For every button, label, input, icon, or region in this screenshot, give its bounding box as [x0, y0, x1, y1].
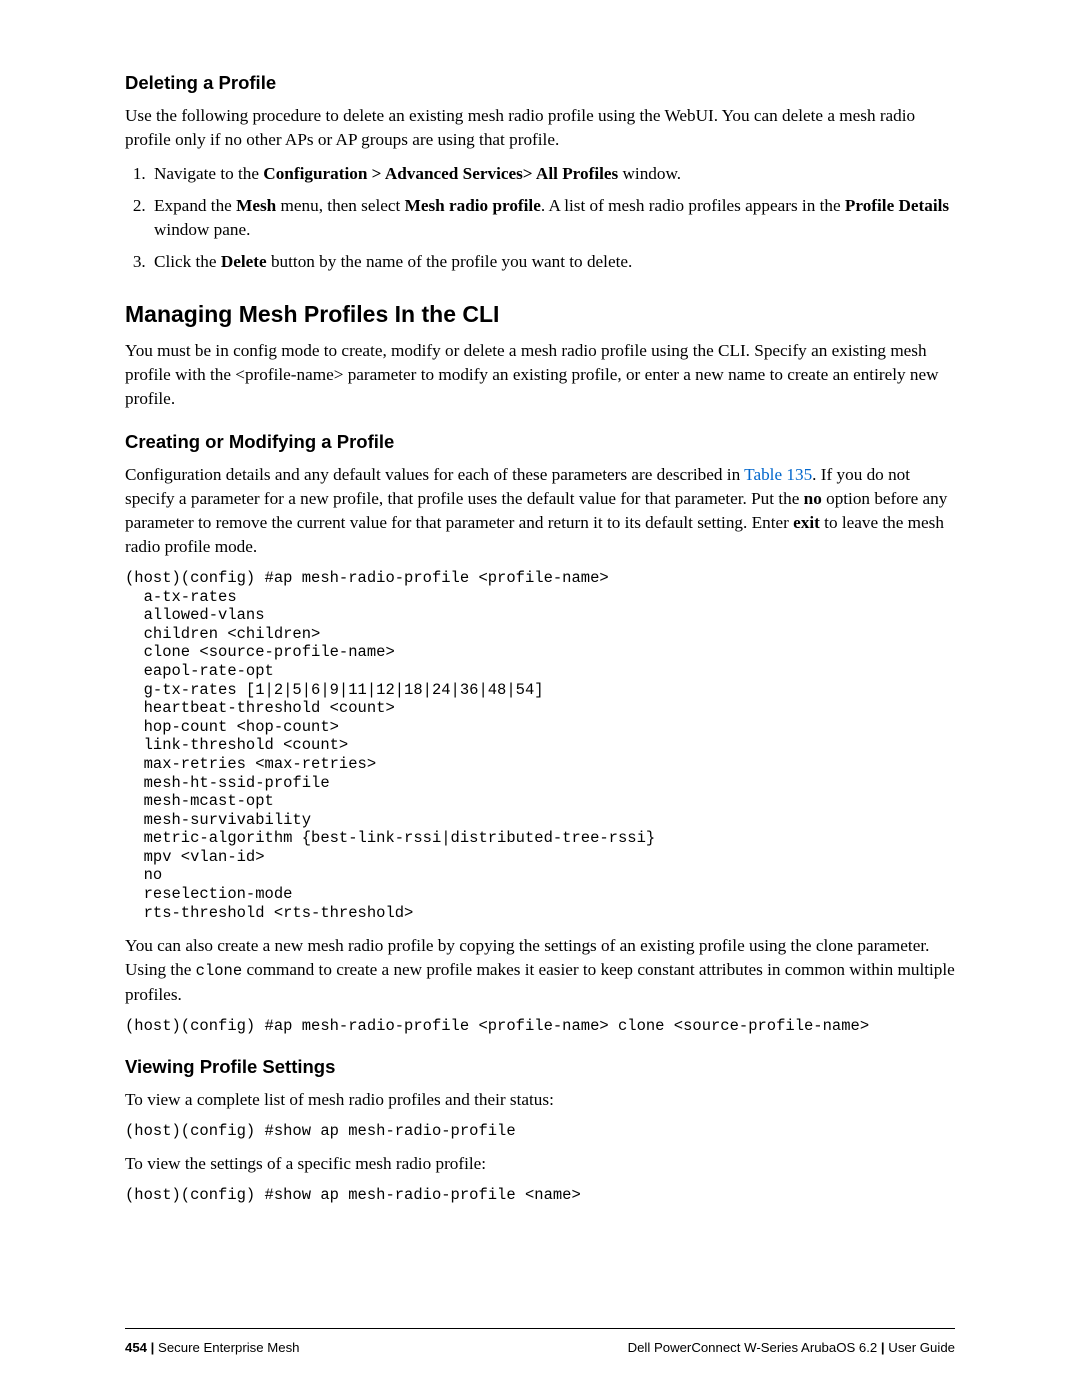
page-number: 454 [125, 1340, 147, 1355]
inline-code: clone [196, 962, 243, 980]
footer-sep: | [147, 1340, 158, 1355]
text: window. [618, 164, 681, 183]
para: To view a complete list of mesh radio pr… [125, 1088, 955, 1112]
text: Expand the [154, 196, 236, 215]
text: window pane. [154, 220, 250, 239]
footer-guide: User Guide [888, 1340, 955, 1355]
para: To view the settings of a specific mesh … [125, 1152, 955, 1176]
text: menu, then select [276, 196, 404, 215]
text-bold: Mesh radio profile [405, 196, 541, 215]
page-footer: 454 | Secure Enterprise Mesh Dell PowerC… [125, 1328, 955, 1357]
text-bold: Configuration > Advanced Services> All P… [263, 164, 618, 183]
text-bold: Profile Details [845, 196, 949, 215]
text-bold: no [804, 489, 822, 508]
text: Configuration details and any default va… [125, 465, 744, 484]
text: command to create a new profile makes it… [125, 960, 955, 1004]
text-bold: Mesh [236, 196, 276, 215]
para: You must be in config mode to create, mo… [125, 339, 955, 411]
page: Deleting a Profile Use the following pro… [0, 0, 1080, 1397]
code-block: (host)(config) #ap mesh-radio-profile <p… [125, 569, 955, 922]
code-block: (host)(config) #show ap mesh-radio-profi… [125, 1122, 955, 1141]
text: Click the [154, 252, 221, 271]
text: Navigate to the [154, 164, 263, 183]
text: . A list of mesh radio profiles appears … [541, 196, 845, 215]
para: Use the following procedure to delete an… [125, 104, 955, 152]
list-item: Click the Delete button by the name of t… [150, 250, 955, 274]
para: Configuration details and any default va… [125, 463, 955, 559]
heading-managing-cli: Managing Mesh Profiles In the CLI [125, 298, 955, 330]
text-bold: exit [793, 513, 820, 532]
text-bold: Delete [221, 252, 267, 271]
code-block: (host)(config) #ap mesh-radio-profile <p… [125, 1017, 955, 1036]
list-item: Navigate to the Configuration > Advanced… [150, 162, 955, 186]
para: You can also create a new mesh radio pro… [125, 934, 955, 1007]
steps-list: Navigate to the Configuration > Advanced… [125, 162, 955, 274]
code-block: (host)(config) #show ap mesh-radio-profi… [125, 1186, 955, 1205]
text: button by the name of the profile you wa… [267, 252, 633, 271]
footer-left: 454 | Secure Enterprise Mesh [125, 1339, 300, 1357]
heading-deleting-profile: Deleting a Profile [125, 70, 955, 96]
footer-sep: | [877, 1340, 888, 1355]
list-item: Expand the Mesh menu, then select Mesh r… [150, 194, 955, 242]
footer-right: Dell PowerConnect W-Series ArubaOS 6.2 |… [628, 1339, 955, 1357]
heading-creating-modifying: Creating or Modifying a Profile [125, 429, 955, 455]
footer-product: Dell PowerConnect W-Series ArubaOS 6.2 [628, 1340, 878, 1355]
heading-viewing-settings: Viewing Profile Settings [125, 1054, 955, 1080]
footer-section: Secure Enterprise Mesh [158, 1340, 299, 1355]
link-table-135[interactable]: Table 135 [744, 465, 812, 484]
